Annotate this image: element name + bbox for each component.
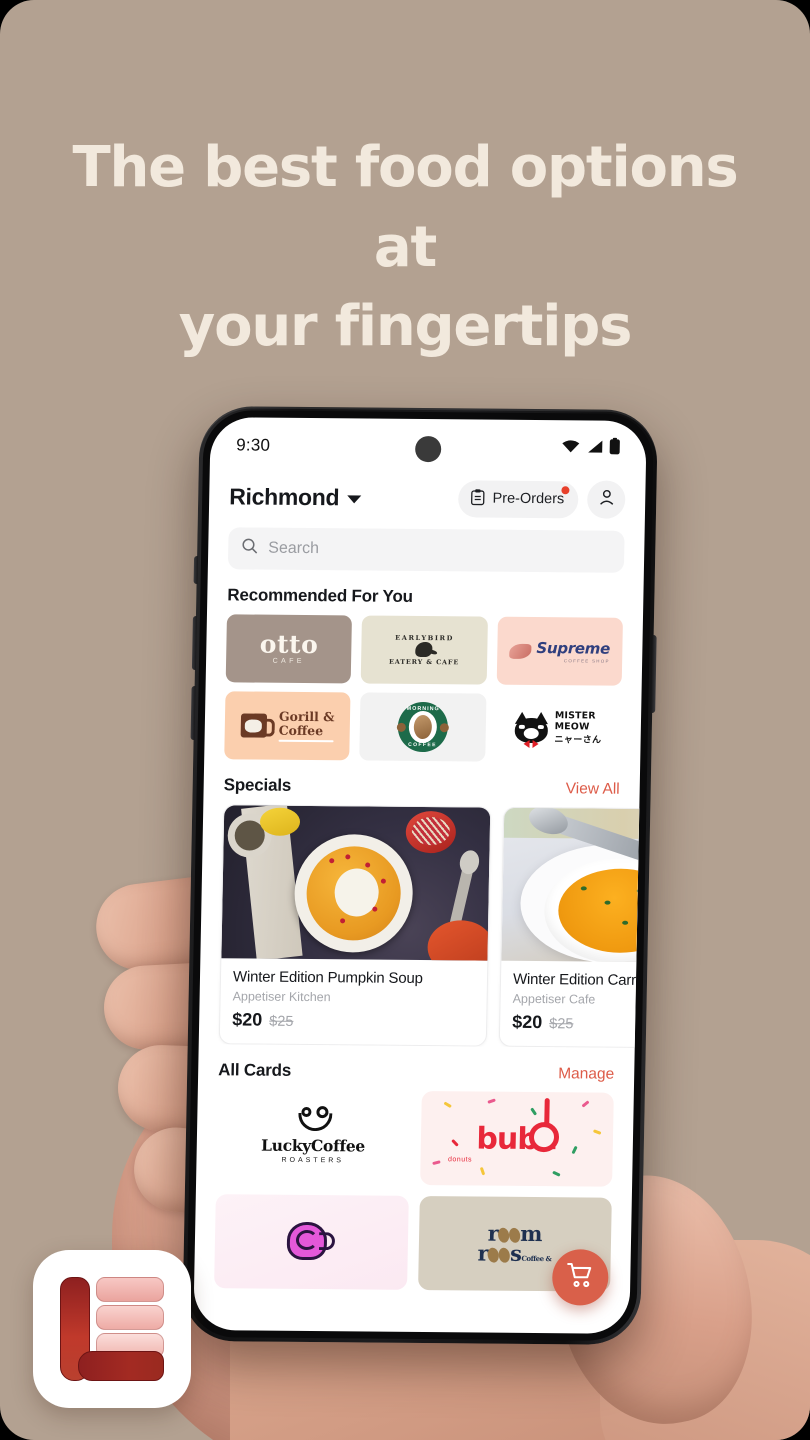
- supreme-wordmark: Supreme: [536, 639, 611, 658]
- special-card-body: Winter Edition Pumpkin Soup Appetiser Ki…: [220, 958, 488, 1045]
- phone-mockup: 9:30 Richmond Pre-Orders Search Recommen…: [182, 406, 658, 1345]
- badge-bar-middle: [96, 1305, 164, 1330]
- special-card[interactable]: Winter Edition Carrot Soup Appetiser Caf…: [498, 806, 640, 1048]
- search-placeholder: Search: [268, 539, 320, 558]
- bird-icon: [415, 641, 433, 658]
- special-image-carrot-soup: [501, 807, 640, 964]
- phone-screen: 9:30 Richmond Pre-Orders Search Recommen…: [193, 417, 647, 1334]
- manage-cards-link[interactable]: Manage: [558, 1065, 614, 1083]
- special-price: $20: [232, 1009, 263, 1030]
- coffee-mug-icon: [240, 713, 268, 738]
- mistermeow-wordmark: MISTER MEOW: [554, 709, 596, 732]
- status-icons: [561, 437, 620, 460]
- otto-wordmark: otto: [259, 629, 319, 659]
- badge-bar-top: [96, 1277, 164, 1302]
- search-input[interactable]: Search: [227, 527, 625, 573]
- special-old-price: $25: [549, 1016, 574, 1033]
- special-price: $20: [512, 1011, 543, 1033]
- camera-punch-hole: [414, 435, 442, 463]
- mute-switch[interactable]: [193, 556, 199, 585]
- supreme-leaf-icon: [509, 643, 532, 659]
- brand-card-morning[interactable]: MORNING COFFEE: [359, 692, 487, 762]
- promo-poster: The best food options at your fingertips…: [0, 0, 810, 1440]
- bowtie-icon: [523, 739, 539, 749]
- room-roasters-subtitle: Coffee &: [521, 1253, 552, 1264]
- special-vendor: Appetiser Cafe: [512, 991, 596, 1007]
- special-title: Winter Edition Carrot Soup: [512, 970, 640, 990]
- mistermeow-subtitle: ニャーさん: [554, 734, 602, 745]
- morning-subtitle: COFFEE: [408, 741, 437, 749]
- header-actions: Pre-Orders: [458, 479, 626, 519]
- buba-subtitle: donuts: [447, 1156, 473, 1164]
- recommended-header: Recommended For You: [207, 569, 644, 618]
- brand-card-gorill[interactable]: Gorill & Coffee: [224, 691, 351, 761]
- cellular-signal-icon: [586, 438, 603, 458]
- status-bar: 9:30: [210, 417, 647, 477]
- luckycoffee-wordmark: LuckyCoffee: [260, 1135, 366, 1156]
- coffee-bean-icon-left: [396, 722, 406, 732]
- gorill-wordmark: Gorill & Coffee: [278, 708, 335, 738]
- special-card-body: Winter Edition Carrot Soup Appetiser Caf…: [500, 961, 640, 1048]
- special-title: Winter Edition Pumpkin Soup: [232, 968, 423, 988]
- gorill-underline: [278, 739, 334, 743]
- room-roasters-wordmark-2: r sCoffee &: [477, 1240, 552, 1266]
- morning-wordmark: MORNING: [406, 705, 440, 713]
- otto-subtitle: CAFE: [272, 658, 305, 666]
- luckycoffee-subtitle: ROASTERS: [281, 1156, 345, 1164]
- loyalty-card-rose-cup[interactable]: [214, 1194, 409, 1290]
- clipboard-icon: [470, 488, 485, 509]
- brand-card-otto[interactable]: otto CAFE: [225, 614, 353, 684]
- all-cards-title: All Cards: [218, 1060, 292, 1080]
- specials-view-all-link[interactable]: View All: [566, 780, 620, 798]
- profile-button[interactable]: [586, 480, 626, 519]
- recommended-title: Recommended For You: [227, 585, 413, 606]
- shopping-cart-icon: [566, 1261, 595, 1294]
- special-old-price: $25: [269, 1013, 294, 1030]
- special-prices: $20 $25: [512, 1012, 639, 1035]
- chevron-down-icon: [347, 494, 362, 503]
- room-roasters-wordmark: rm: [487, 1220, 543, 1247]
- special-vendor: Appetiser Kitchen: [232, 989, 331, 1005]
- special-prices: $20 $25: [232, 1009, 474, 1032]
- earlybird-subtitle: EATERY & CAFE: [388, 657, 460, 667]
- notification-dot: [561, 485, 570, 494]
- battery-full-icon: [609, 437, 620, 460]
- supreme-subtitle: COFFEE SHOP: [563, 658, 610, 664]
- recommended-grid: otto CAFE EARLYBIRD EATERY & CAFE Suprem…: [204, 614, 643, 763]
- brand-card-mister-meow[interactable]: MISTER MEOW ニャーさん: [494, 693, 622, 763]
- location-label: Richmond: [229, 482, 340, 510]
- pre-orders-button[interactable]: Pre-Orders: [458, 479, 579, 518]
- pre-orders-label: Pre-Orders: [492, 490, 565, 508]
- cart-fab-button[interactable]: [551, 1249, 609, 1306]
- search-section: Search: [208, 525, 645, 573]
- brand-card-earlybird[interactable]: EARLYBIRD EATERY & CAFE: [361, 615, 488, 685]
- rose-cup-icon: [286, 1221, 336, 1262]
- loyalty-card-luckycoffee[interactable]: LuckyCoffee ROASTERS: [216, 1089, 411, 1185]
- search-icon: [241, 537, 258, 559]
- app-icon-glyph: [60, 1277, 164, 1381]
- location-selector[interactable]: Richmond: [229, 483, 362, 511]
- badge-letter-l-foot: [78, 1351, 164, 1381]
- specials-header: Specials View All: [203, 759, 640, 808]
- brand-card-supreme[interactable]: Supreme COFFEE SHOP: [496, 616, 623, 686]
- earlybird-wordmark: EARLYBIRD: [395, 633, 455, 643]
- specials-title: Specials: [223, 775, 292, 795]
- specials-carousel[interactable]: Winter Edition Pumpkin Soup Appetiser Ki…: [199, 804, 640, 1048]
- app-icon-badge: [33, 1250, 191, 1408]
- morning-face: [408, 710, 438, 744]
- app-header: Richmond Pre-Orders: [209, 473, 646, 529]
- loyalty-card-buba[interactable]: buba donuts: [419, 1091, 614, 1187]
- coffee-bean-icon-right: [439, 723, 449, 733]
- status-time: 9:30: [236, 435, 271, 455]
- person-icon: [597, 488, 616, 512]
- special-card[interactable]: Winter Edition Pumpkin Soup Appetiser Ki…: [218, 804, 492, 1047]
- all-cards-header: All Cards Manage: [198, 1044, 635, 1093]
- morning-badge-icon: MORNING COFFEE: [396, 701, 449, 753]
- cat-icon: [514, 711, 548, 749]
- special-image-pumpkin-soup: [221, 805, 491, 961]
- wifi-icon: [561, 438, 580, 458]
- smiley-face-icon: [296, 1105, 330, 1130]
